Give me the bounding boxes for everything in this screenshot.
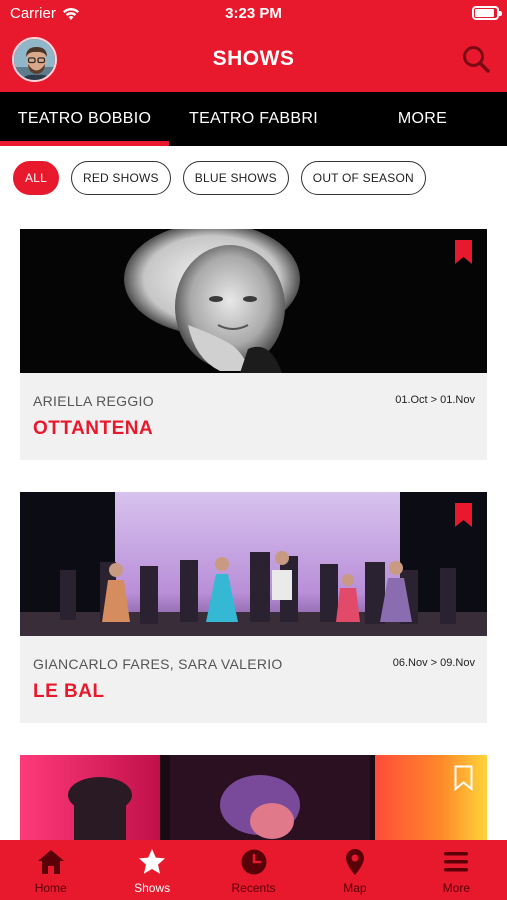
map-pin-icon <box>345 849 364 875</box>
tab-more[interactable]: MORE <box>338 92 507 146</box>
tab-label: MORE <box>397 110 448 127</box>
bottom-tab-map[interactable]: Map <box>304 840 405 900</box>
show-title[interactable]: LE BAL <box>33 681 105 703</box>
show-artist: ARIELLA REGGIO <box>33 393 154 409</box>
show-card[interactable]: ARIELLA REGGIO 01.Oct > 01.Nov OTTANTENA <box>20 229 487 460</box>
bottom-tab-label: More <box>442 881 470 895</box>
bottom-tab-label: Home <box>34 881 67 895</box>
header: Carrier 3:23 PM SHOWS <box>0 0 507 92</box>
bottom-tab-label: Shows <box>134 881 171 895</box>
tab-label: TEATRO FABBRI <box>189 110 318 127</box>
bookmark-icon[interactable] <box>454 765 473 791</box>
card-body: ARIELLA REGGIO 01.Oct > 01.Nov OTTANTENA <box>20 373 487 460</box>
bottom-tab-label: Recents <box>231 881 276 895</box>
bookmark-icon[interactable] <box>454 502 473 528</box>
show-image <box>20 492 487 636</box>
tab-label: TEATRO BOBBIO <box>17 110 152 127</box>
filter-all[interactable]: ALL <box>13 161 59 195</box>
filter-red-shows[interactable]: RED SHOWS <box>70 161 171 195</box>
show-title[interactable]: OTTANTENA <box>33 418 153 440</box>
home-icon <box>37 850 64 874</box>
tab-teatro-bobbio[interactable]: TEATRO BOBBIO <box>0 92 169 146</box>
bottom-tab-recents[interactable]: Recents <box>203 840 304 900</box>
bottom-tab-bar: Home Shows Recents Map More <box>0 840 507 900</box>
search-icon[interactable] <box>461 44 491 74</box>
status-time: 3:23 PM <box>225 5 282 22</box>
bottom-tab-label: Map <box>343 881 367 895</box>
portrait-photo <box>20 229 487 373</box>
show-card[interactable]: GIANCARLO FARES, SARA VALERIO 06.Nov > 0… <box>20 492 487 723</box>
venue-tabs: TEATRO BOBBIO TEATRO FABBRI MORE <box>0 92 507 146</box>
bottom-tab-home[interactable]: Home <box>0 840 101 900</box>
show-artist: GIANCARLO FARES, SARA VALERIO <box>33 656 283 672</box>
bottom-tab-more[interactable]: More <box>406 840 507 900</box>
show-dates: 01.Oct > 01.Nov <box>395 394 475 406</box>
battery-icon <box>472 6 502 20</box>
bookmark-icon[interactable] <box>454 239 473 265</box>
show-image <box>20 229 487 373</box>
filter-out-of-season[interactable]: OUT OF SEASON <box>300 161 426 195</box>
show-dates: 06.Nov > 09.Nov <box>392 657 475 669</box>
bottom-tab-shows[interactable]: Shows <box>101 840 202 900</box>
clock-icon <box>241 849 267 875</box>
filter-blue-shows[interactable]: BLUE SHOWS <box>182 161 289 195</box>
filter-chips: ALL RED SHOWS BLUE SHOWS OUT OF SEASON <box>13 161 426 195</box>
page-title: SHOWS <box>212 47 295 70</box>
card-body: GIANCARLO FARES, SARA VALERIO 06.Nov > 0… <box>20 636 487 723</box>
star-icon <box>139 849 166 874</box>
tab-teatro-fabbri[interactable]: TEATRO FABBRI <box>169 92 338 146</box>
stage-photo <box>20 492 487 636</box>
status-bar: Carrier 3:23 PM <box>0 0 507 28</box>
menu-icon <box>444 852 469 872</box>
